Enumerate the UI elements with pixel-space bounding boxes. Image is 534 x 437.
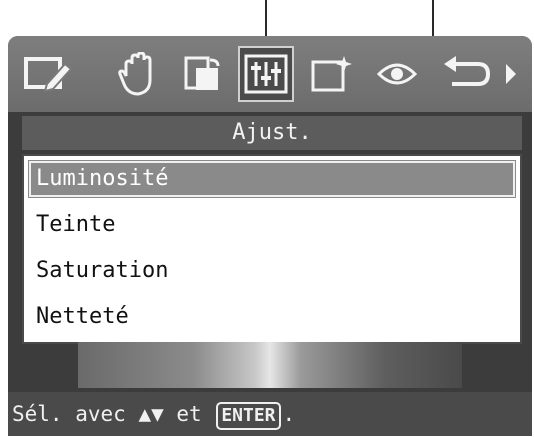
help-middle: et (163, 402, 215, 426)
undo-icon[interactable] (440, 46, 492, 102)
menu-item-luminosite[interactable]: Luminosité (28, 160, 516, 198)
adjust-menu: Luminosité Teinte Saturation Netteté (22, 154, 522, 344)
photo-preview (78, 342, 462, 388)
hand-icon[interactable] (114, 46, 162, 102)
help-suffix: . (282, 402, 296, 426)
help-bar: Sél. avec ▲▼ et ENTER. (8, 392, 532, 436)
menu-item-saturation[interactable]: Saturation (28, 252, 516, 290)
enter-key-badge: ENTER (216, 402, 281, 430)
lcd-screen: Ajust. Luminosité Teinte Saturation Nett… (8, 36, 532, 436)
view-icon[interactable] (374, 46, 420, 102)
adjust-icon[interactable] (238, 46, 294, 102)
rotate-icon[interactable] (178, 46, 226, 102)
edit-icon[interactable] (20, 46, 78, 102)
up-down-arrows-icon: ▲▼ (138, 402, 164, 426)
toolbar (8, 36, 532, 112)
effect-icon[interactable] (306, 46, 358, 102)
help-prefix: Sél. avec (12, 402, 139, 426)
next-arrow-icon[interactable] (498, 46, 524, 102)
menu-item-teinte[interactable]: Teinte (28, 206, 516, 244)
panel-title: Ajust. (22, 116, 522, 150)
menu-item-nettete[interactable]: Netteté (28, 298, 516, 336)
